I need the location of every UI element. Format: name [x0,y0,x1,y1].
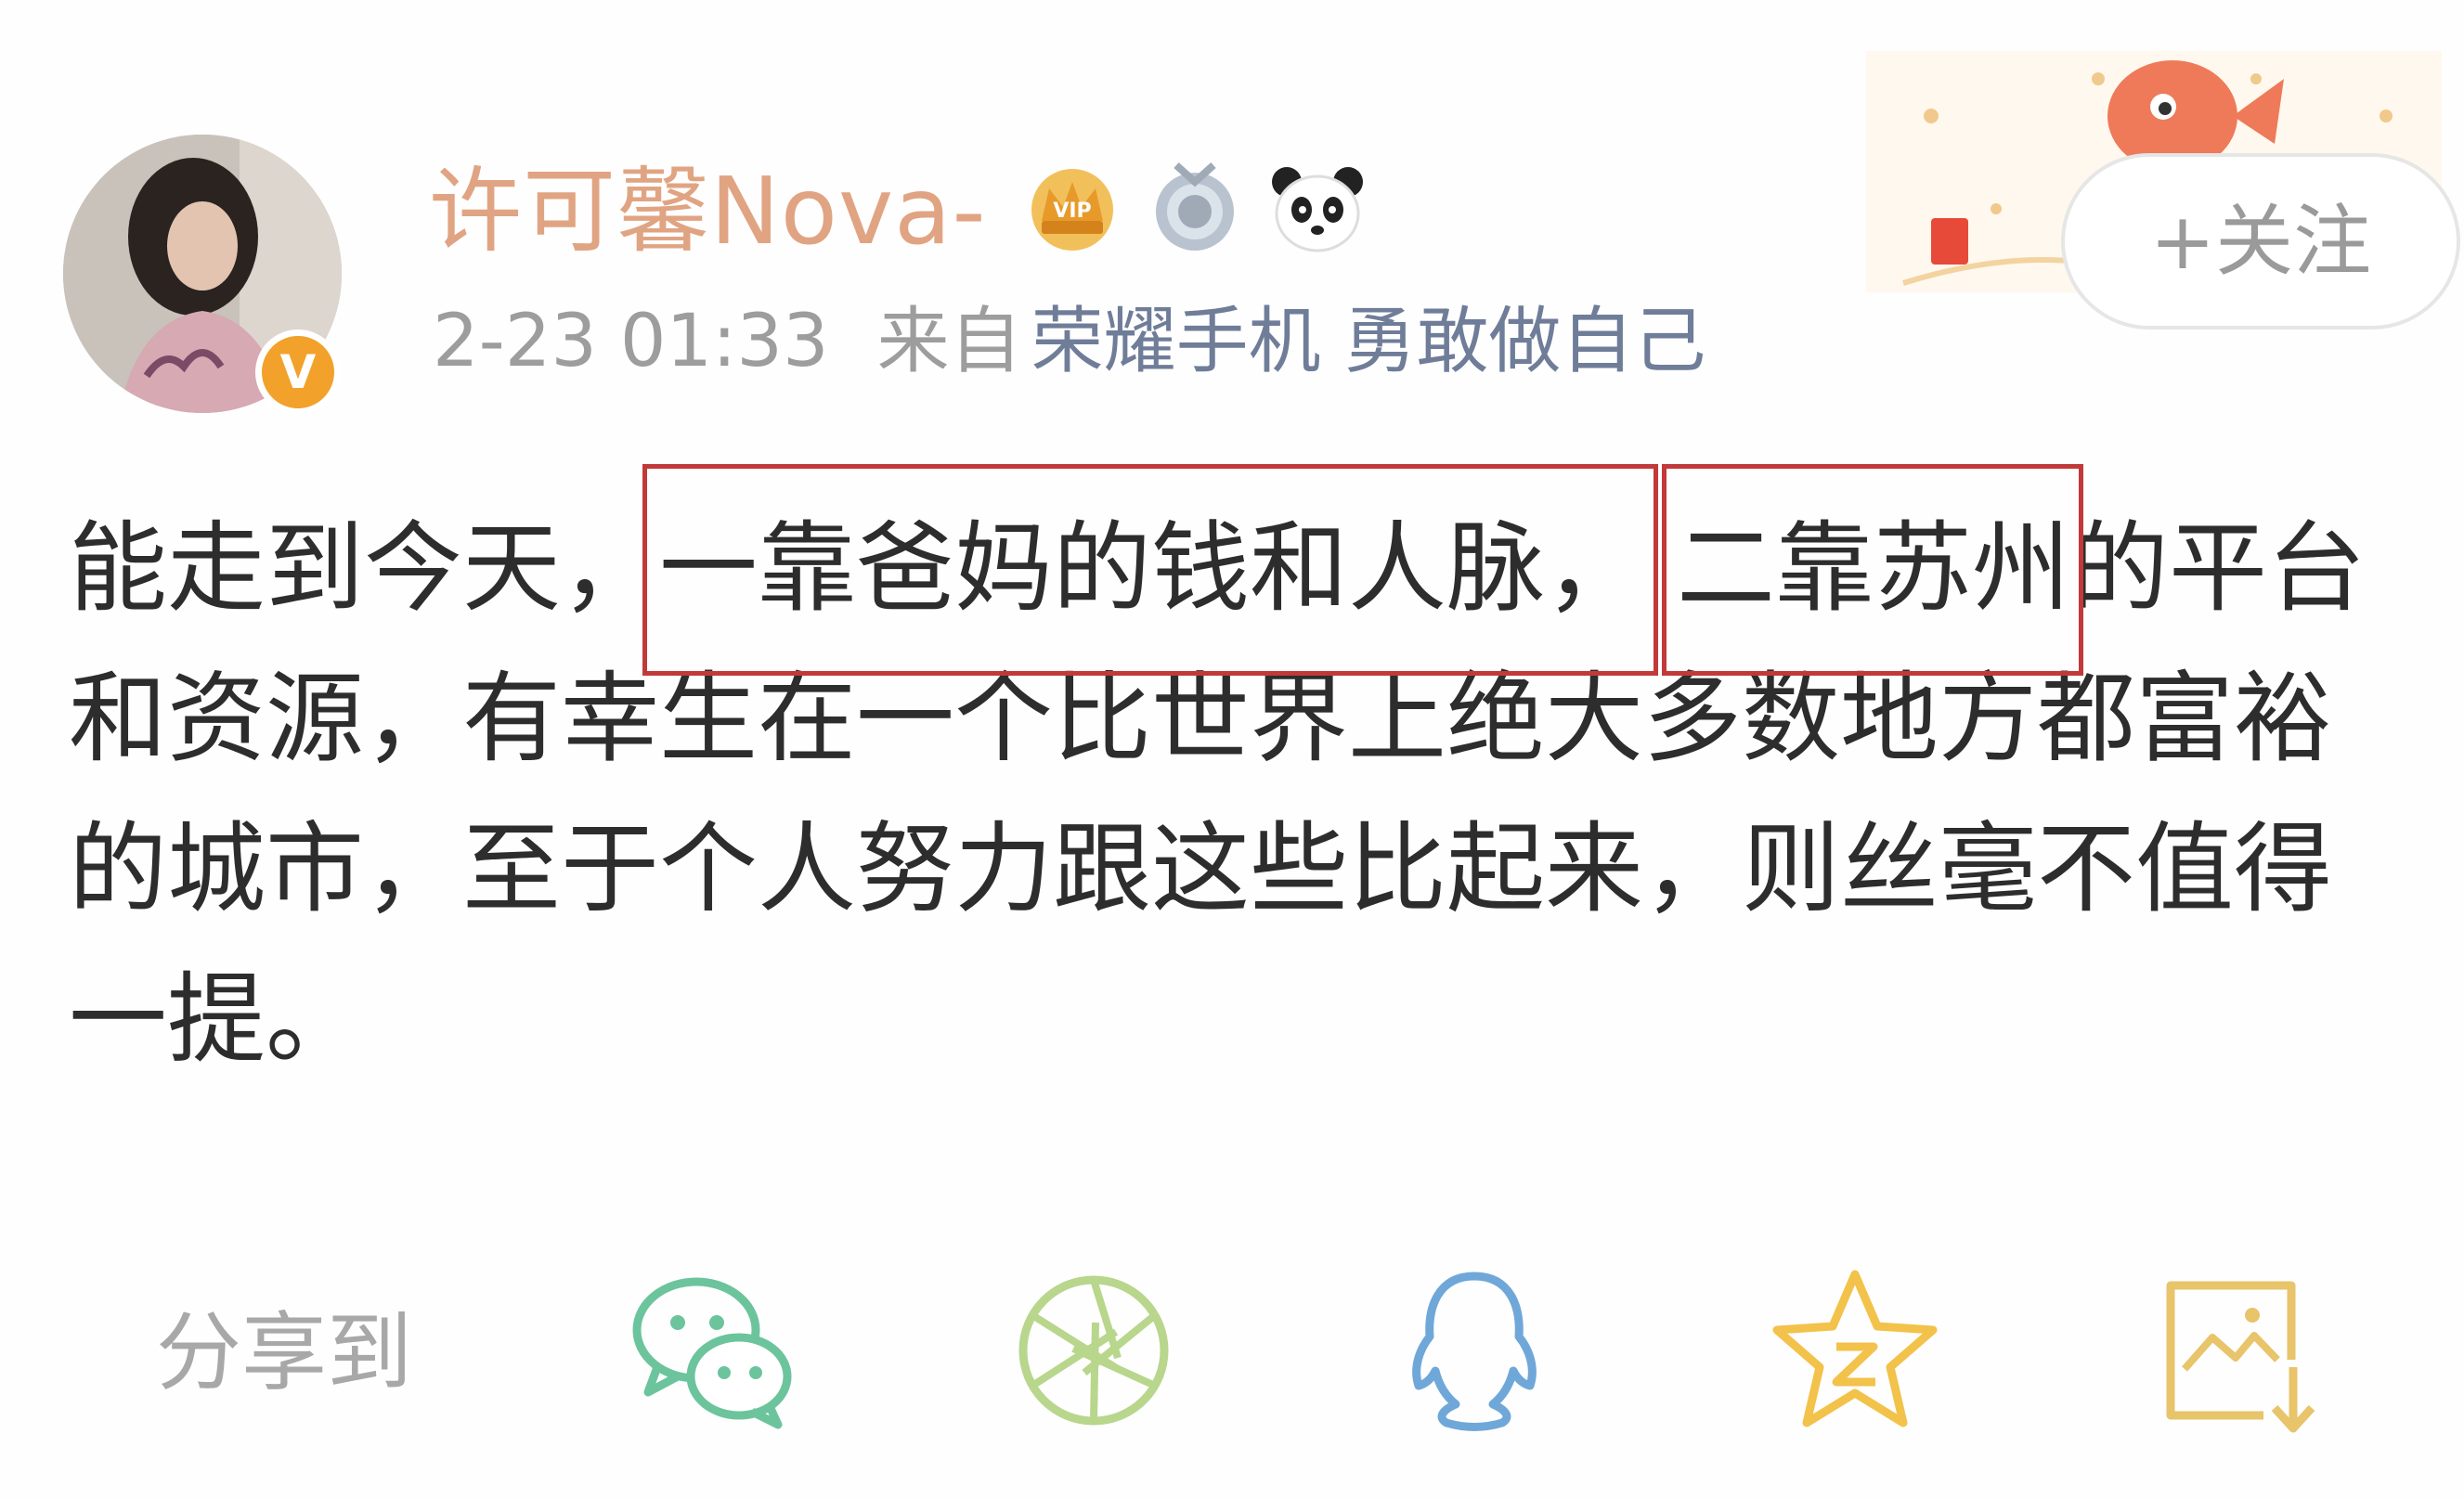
moments-icon[interactable] [1001,1258,1187,1443]
post-text-segment: 的平台 [2070,511,2366,626]
post-line-3: 的城市，至于个人努力跟这些比起来，则丝毫不值得 [69,812,2332,926]
highlight-text-2: 二靠苏州 [1677,511,2070,626]
source-prefix: 来自 [876,300,1022,383]
weibo-post-card: V 许可馨Nova- VIP 2-23 01:33 来自 荣耀手机 勇敢做自己 … [0,0,2464,1498]
medal-icon[interactable] [1144,156,1246,258]
author-name[interactable]: 许可馨Nova- [429,156,987,267]
qq-icon[interactable] [1381,1258,1567,1443]
follow-button[interactable]: +关注 [2061,153,2460,329]
post-text-segment: 能走到今天， [69,511,659,626]
post-line-4: 一提。 [69,962,364,1077]
source-device-link[interactable]: 荣耀手机 勇敢做自己 [1031,300,1706,383]
post-content: 能走到今天，一靠爸妈的钱和人脉， 二靠苏州 的平台 和资源，有幸生在一个比世界上绝大… [69,464,2445,1095]
share-bar: 分享到 [156,1258,2412,1443]
post-line-1: 能走到今天，一靠爸妈的钱和人脉， 二靠苏州 的平台 [69,464,2445,676]
svg-text:VIP: VIP [1053,200,1091,223]
post-line-2: 和资源，有幸生在一个比世界上绝大多数地方都富裕 [69,662,2332,776]
highlighted-phrase-1: 一靠爸妈的钱和人脉， [642,464,1658,676]
verified-badge-icon: V [255,329,341,415]
crown-icon[interactable]: VIP [1021,156,1123,258]
save-image-icon[interactable] [2143,1258,2328,1443]
share-label: 分享到 [156,1303,413,1402]
wechat-icon[interactable] [620,1258,806,1443]
highlighted-phrase-2: 二靠苏州 [1662,464,2083,676]
panda-icon[interactable] [1266,156,1368,258]
qzone-icon[interactable] [1762,1258,1948,1443]
post-meta: 2-23 01:33 来自 荣耀手机 勇敢做自己 [433,295,1705,388]
author-badges: VIP [1021,156,1368,258]
highlight-text-1: 一靠爸妈的钱和人脉， [659,511,1643,626]
post-time: 2-23 01:33 [433,300,829,383]
